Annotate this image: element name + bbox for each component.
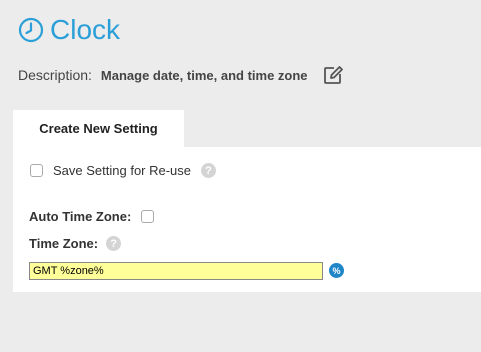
variable-icon[interactable]: % [329, 263, 344, 278]
description-text: Manage date, time, and time zone [100, 67, 308, 83]
help-icon[interactable]: ? [106, 236, 122, 251]
save-setting-row: Save Setting for Re-use ? [30, 163, 217, 178]
description-row: Description: Manage date, time, and time… [18, 64, 344, 86]
page-header: Clock [18, 16, 120, 44]
time-zone-row: Time Zone: ? [29, 236, 122, 251]
edit-icon[interactable] [322, 64, 344, 86]
clock-icon [18, 17, 44, 43]
tab-create-new-setting[interactable]: Create New Setting [13, 110, 184, 147]
settings-panel: Save Setting for Re-use ? Auto Time Zone… [13, 147, 481, 292]
description-label: Description: [18, 67, 92, 83]
auto-time-zone-row: Auto Time Zone: [29, 209, 155, 224]
save-setting-label: Save Setting for Re-use [53, 163, 192, 178]
save-setting-checkbox[interactable] [30, 164, 43, 177]
auto-time-zone-label: Auto Time Zone: [29, 209, 132, 224]
page-title: Clock [50, 14, 121, 45]
auto-time-zone-checkbox[interactable] [141, 210, 155, 223]
help-icon[interactable]: ? [201, 163, 217, 178]
time-zone-label: Time Zone: [29, 236, 99, 251]
time-zone-input[interactable] [29, 262, 323, 280]
